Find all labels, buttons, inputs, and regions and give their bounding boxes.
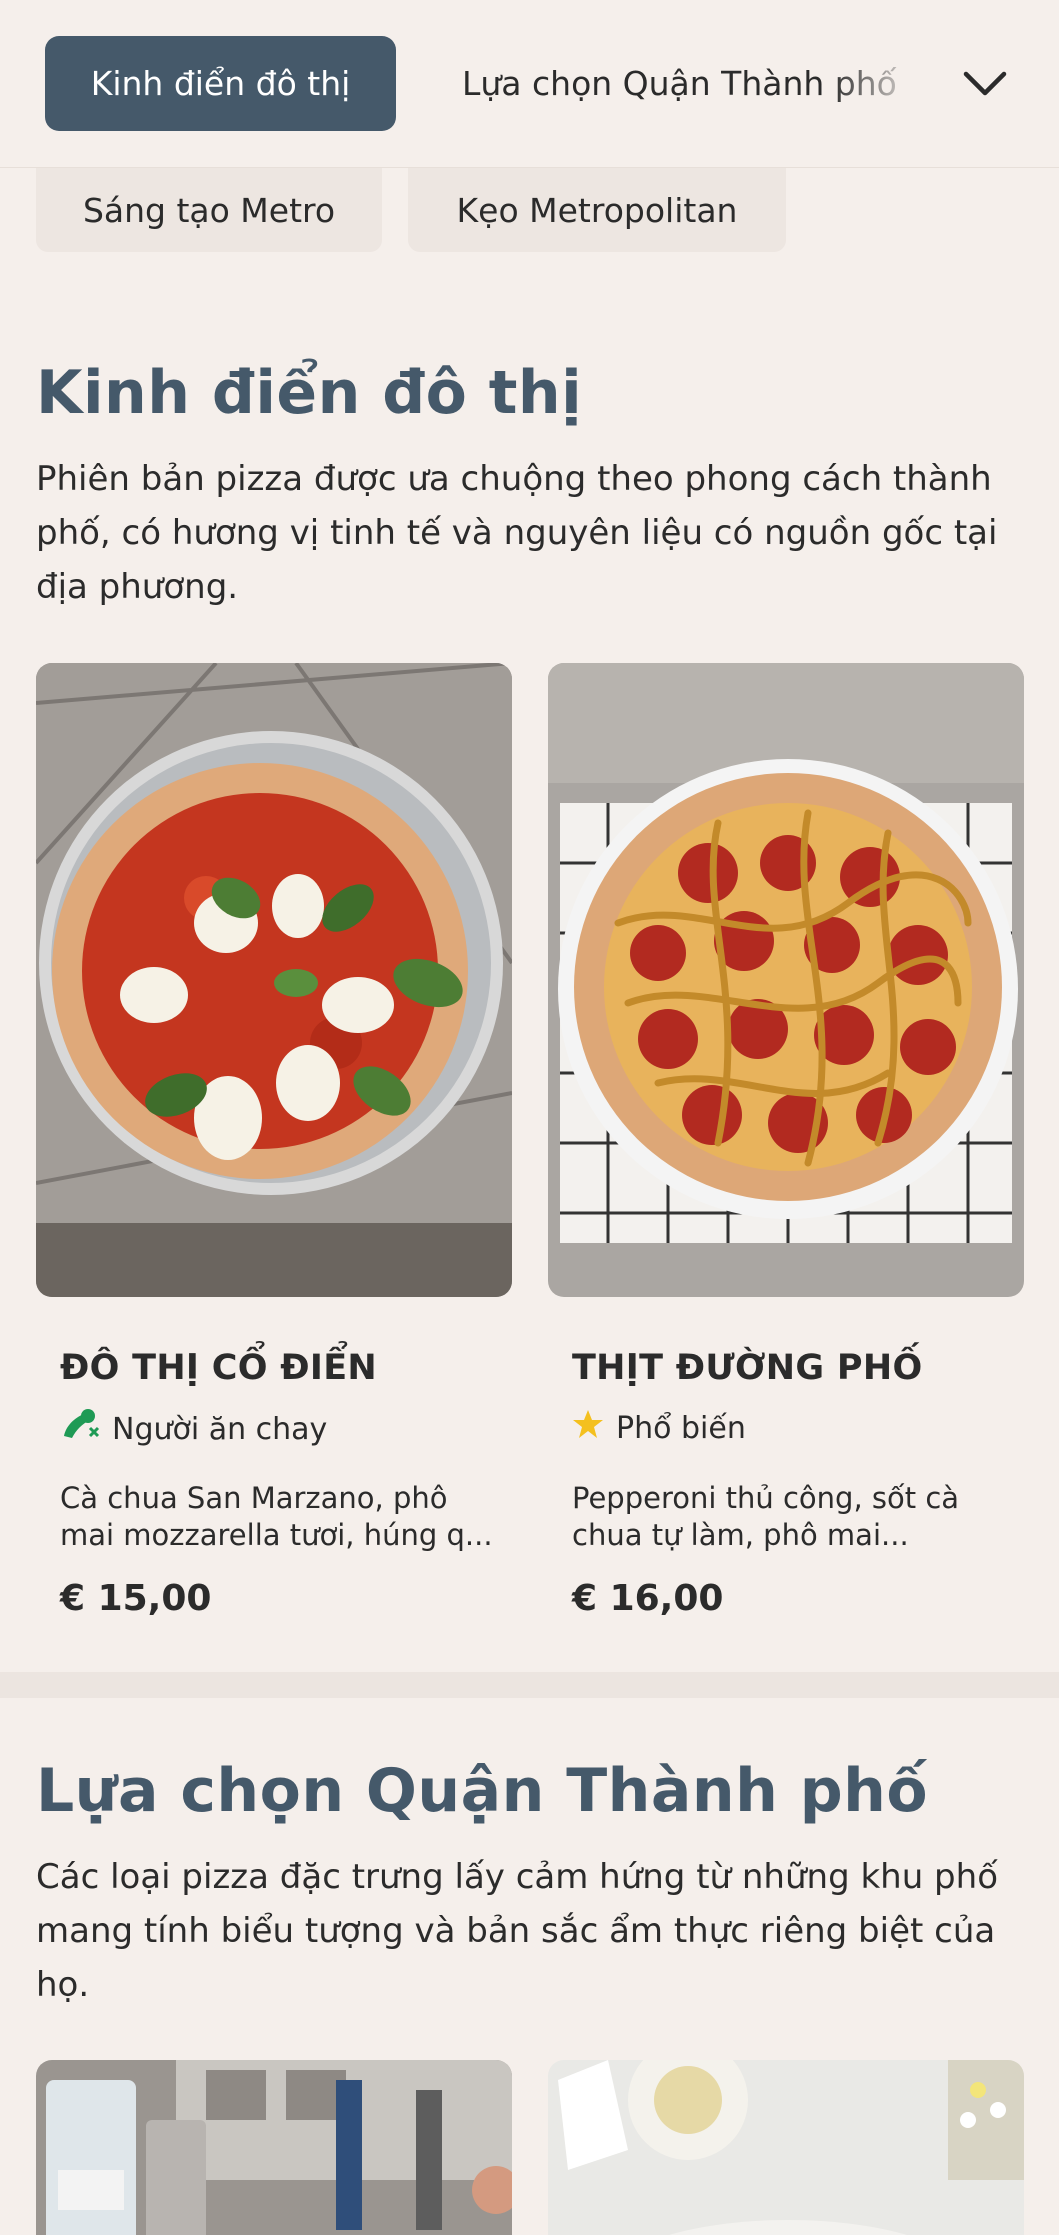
section-description: Phiên bản pizza được ưa chuộng theo phon… [36,459,998,607]
tab-lua-chon-quan[interactable]: Lựa chọn Quận Thành phố [462,36,922,131]
section-title: Kinh điển đô thị [36,358,583,428]
section-description: Các loại pizza đặc trưng lấy cảm hứng từ… [36,1857,998,2005]
card-description-line: chua tự làm, phô mai... [572,1518,909,1552]
section-divider [0,1672,1059,1698]
star-icon [572,1408,604,1448]
card-price: € 15,00 [60,1578,212,1619]
card-description-line: Cà chua San Marzano, phô [60,1481,448,1515]
card-description-line: Pepperoni thủ công, sốt cà [572,1481,960,1515]
chevron-down-icon[interactable] [960,62,1010,106]
card-description: Pepperoni thủ công, sốt cà chua tự làm, … [572,1480,1012,1554]
card-tag: Người ăn chay [60,1408,327,1450]
card-description-line: mai mozzarella tươi, húng q... [60,1518,493,1552]
card-tag-label: Phổ biến [616,1410,746,1446]
tab-kinh-dien-do-thi[interactable]: Kinh điển đô thị [45,36,396,131]
tab-keo-metropolitan[interactable]: Kẹo Metropolitan [408,168,786,252]
card-tag: Phổ biến [572,1408,746,1448]
card-title[interactable]: ĐÔ THỊ CỔ ĐIỂN [60,1348,377,1388]
card-title[interactable]: THỊT ĐƯỜNG PHỐ [572,1348,923,1388]
card-description: Cà chua San Marzano, phô mai mozzarella … [60,1480,500,1554]
card-price: € 16,00 [572,1578,724,1619]
vegetarian-icon [60,1408,100,1450]
category-tab-bar: Kinh điển đô thị Lựa chọn Quận Thành phố [0,0,1059,168]
section-title: Lựa chọn Quận Thành phố [36,1756,929,1826]
pizza-image-street[interactable] [36,2060,512,2235]
pizza-image-margherita[interactable] [36,663,512,1297]
tab-sang-tao-metro[interactable]: Sáng tạo Metro [36,168,382,252]
card-tag-label: Người ăn chay [112,1411,328,1447]
pizza-image-pepperoni[interactable] [548,663,1024,1297]
pizza-image-district[interactable] [548,2060,1024,2235]
